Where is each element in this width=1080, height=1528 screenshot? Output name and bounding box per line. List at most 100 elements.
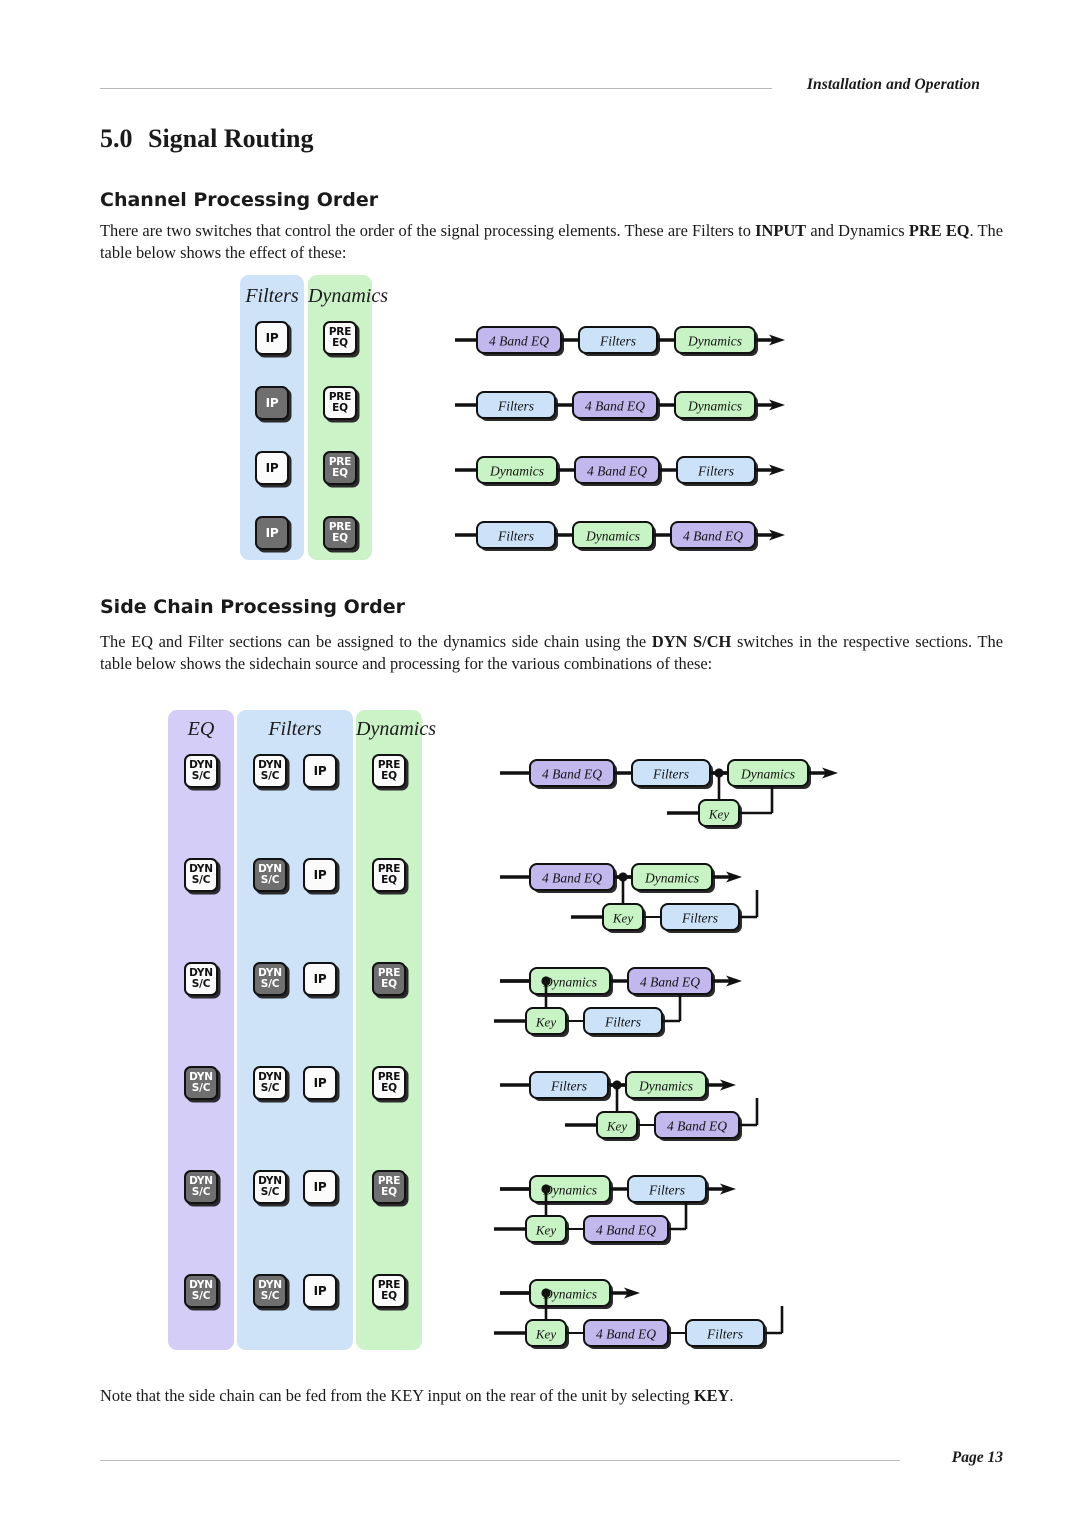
heading-side-chain-processing-order: Side Chain Processing Order (100, 596, 405, 618)
note-text: Note that the side chain can be fed from… (100, 1386, 734, 1405)
switch-ip-off[interactable]: IP (303, 858, 337, 892)
switch-pre-eq-on[interactable]: PRE EQ (372, 962, 406, 996)
chain-block-4-band-eq: 4 Band EQ (627, 967, 715, 997)
chain-block-label: 4 Band EQ (585, 399, 645, 414)
chain-block-key: Key (698, 799, 742, 829)
chain-block-label: 4 Band EQ (489, 334, 549, 349)
switch-column-filters: Filters DYN S/C IP DYN S/C IP DYN S/C IP DYN S/C IP D… (237, 710, 353, 1350)
switch-label-line: IP (313, 1179, 327, 1194)
switch-dyn-s-c-on[interactable]: DYN S/C (184, 1274, 218, 1308)
switch-label-line: S/C (260, 978, 280, 990)
chain-block-label: Filters (681, 911, 718, 926)
signal-tap-point (541, 976, 551, 986)
switch-label-line: IP (265, 525, 279, 540)
header-rule (100, 88, 772, 89)
section-title: Signal Routing (148, 124, 314, 153)
switch-label-line: IP (313, 971, 327, 986)
switch-dyn-s-c-on[interactable]: DYN S/C (253, 858, 287, 892)
switch-ip-on[interactable]: IP (255, 386, 289, 420)
switch-label-line: EQ (332, 532, 348, 544)
chain-block-label: 4 Band EQ (596, 1327, 656, 1342)
switch-column-title: Filters (245, 285, 299, 307)
switch-dyn-s-c-on[interactable]: DYN S/C (184, 1066, 218, 1100)
switch-pre-eq-off[interactable]: PRE EQ (372, 1066, 406, 1100)
signal-arrow-icon (706, 1079, 736, 1091)
switch-label-line: EQ (381, 1290, 397, 1302)
switch-dyn-s-c-off[interactable]: DYN S/C (184, 962, 218, 996)
chain-block-label: Key (535, 1327, 556, 1342)
chain-block-4-band-eq: 4 Band EQ (476, 326, 564, 356)
switch-ip-off[interactable]: IP (303, 1274, 337, 1308)
switch-column-title: Dynamics (308, 285, 388, 307)
chain-block-filters: Filters (578, 326, 660, 356)
signal-arrow-icon (706, 1183, 736, 1195)
switch-pre-eq-on[interactable]: PRE EQ (323, 516, 357, 550)
switch-dyn-s-c-off[interactable]: DYN S/C (184, 754, 218, 788)
switch-column-eq: EQ DYN S/C DYN S/C DYN S/C DYN S/C DYN S/C DYN S/C (168, 710, 234, 1350)
switch-pre-eq-off[interactable]: PRE EQ (372, 1274, 406, 1308)
switch-ip-off[interactable]: IP (303, 1170, 337, 1204)
chain-block-label: Filters (706, 1327, 743, 1342)
chain-block-label: Dynamics (687, 399, 742, 414)
switch-label-line: S/C (191, 770, 211, 782)
chain-block-filters: Filters (476, 521, 558, 551)
switch-label-line: EQ (381, 1186, 397, 1198)
switch-ip-off[interactable]: IP (303, 754, 337, 788)
chain-block-filters: Filters (627, 1175, 709, 1205)
switch-ip-on[interactable]: IP (255, 516, 289, 550)
switch-dyn-s-c-off[interactable]: DYN S/C (253, 1066, 287, 1100)
signal-tap-point (541, 1184, 551, 1194)
chain-block-label: Filters (652, 767, 689, 782)
switch-ip-off[interactable]: IP (303, 962, 337, 996)
page-title: 5.0 Signal Routing (100, 124, 313, 154)
switch-pre-eq-off[interactable]: PRE EQ (323, 321, 357, 355)
switch-label-line: S/C (260, 770, 280, 782)
signal-arrow-icon (755, 529, 785, 541)
page-footer: Page 13 (100, 1449, 1003, 1471)
switch-dyn-s-c-on[interactable]: DYN S/C (253, 962, 287, 996)
switch-dyn-s-c-off[interactable]: DYN S/C (184, 858, 218, 892)
chain-block-filters: Filters (660, 903, 742, 933)
chain-block-label: 4 Band EQ (596, 1223, 656, 1238)
switch-column-title: Filters (268, 718, 322, 740)
switch-label-line: S/C (260, 1082, 280, 1094)
switch-ip-off[interactable]: IP (255, 451, 289, 485)
chain-block-label: Filters (599, 334, 636, 349)
chain-block-label: Key (606, 1119, 627, 1134)
switch-label-line: EQ (332, 467, 348, 479)
signal-arrow-icon (755, 334, 785, 346)
switch-pre-eq-on[interactable]: PRE EQ (323, 451, 357, 485)
chain-block-label: 4 Band EQ (683, 529, 743, 544)
chain-block-dynamics: Dynamics (631, 863, 715, 893)
chain-block-label: Filters (497, 529, 534, 544)
footer-rule (100, 1460, 900, 1461)
switch-column-dynamics: Dynamics PRE EQ PRE EQ PRE EQ PRE EQ PRE EQ PRE EQ (356, 710, 436, 1350)
chain-block-key: Key (525, 1319, 569, 1349)
chain-block-dynamics: Dynamics (476, 456, 560, 486)
switch-pre-eq-off[interactable]: PRE EQ (372, 754, 406, 788)
signal-arrow-icon (712, 975, 742, 987)
switch-dyn-s-c-off[interactable]: DYN S/C (253, 754, 287, 788)
switch-dyn-s-c-off[interactable]: DYN S/C (253, 1170, 287, 1204)
chain-block-dynamics: Dynamics (674, 326, 758, 356)
switch-dyn-s-c-on[interactable]: DYN S/C (253, 1274, 287, 1308)
chain-block-label: Key (535, 1015, 556, 1030)
switch-pre-eq-off[interactable]: PRE EQ (323, 386, 357, 420)
switch-label-line: IP (313, 1075, 327, 1090)
switch-label-line: IP (265, 330, 279, 345)
chain-block-label: Filters (497, 399, 534, 414)
chain-block-label: Filters (550, 1079, 587, 1094)
chain-block-4-band-eq: 4 Band EQ (583, 1319, 671, 1349)
switch-label-line: IP (265, 460, 279, 475)
switch-dyn-s-c-on[interactable]: DYN S/C (184, 1170, 218, 1204)
chain-block-filters: Filters (631, 759, 713, 789)
switch-pre-eq-on[interactable]: PRE EQ (372, 1170, 406, 1204)
chain-block-4-band-eq: 4 Band EQ (670, 521, 758, 551)
switch-label-line: EQ (332, 402, 348, 414)
switch-ip-off[interactable]: IP (255, 321, 289, 355)
chain-block-label: 4 Band EQ (542, 767, 602, 782)
switch-ip-off[interactable]: IP (303, 1066, 337, 1100)
chain-block-label: Key (535, 1223, 556, 1238)
switch-pre-eq-off[interactable]: PRE EQ (372, 858, 406, 892)
signal-arrow-icon (808, 767, 838, 779)
